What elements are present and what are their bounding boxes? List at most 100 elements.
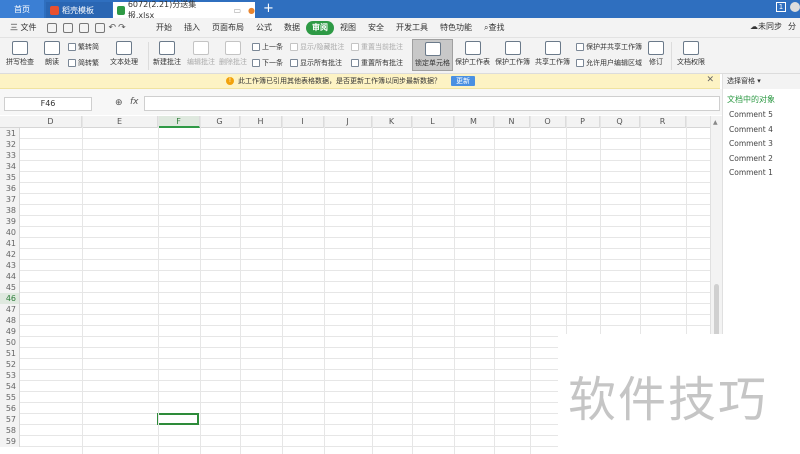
grid-row[interactable]: 36 xyxy=(0,183,710,194)
preview-icon[interactable] xyxy=(94,22,105,33)
export-icon[interactable] xyxy=(62,22,73,33)
column-header[interactable]: M xyxy=(454,116,494,128)
fx-icon[interactable]: fx xyxy=(130,97,139,107)
pane-item[interactable]: Comment 5 xyxy=(723,108,800,123)
menu-start[interactable]: 开始 xyxy=(150,21,178,35)
row-header[interactable]: 47 xyxy=(0,304,20,315)
row-header[interactable]: 42 xyxy=(0,249,20,260)
row-header[interactable]: 54 xyxy=(0,381,20,392)
column-header[interactable]: G xyxy=(200,116,240,128)
redo-icon[interactable]: ↷ xyxy=(118,23,126,33)
grid-row[interactable]: 35 xyxy=(0,172,710,183)
grid-row[interactable]: 33 xyxy=(0,150,710,161)
reset-current-comment-button[interactable]: 重置当前批注 xyxy=(351,42,403,52)
menu-data[interactable]: 数据 xyxy=(278,21,306,35)
close-icon[interactable]: ✕ xyxy=(706,75,714,85)
text-processing-button[interactable]: 文本处理 xyxy=(110,41,138,67)
row-header[interactable]: 56 xyxy=(0,403,20,414)
grid-row[interactable]: 40 xyxy=(0,227,710,238)
protect-book-button[interactable]: 保护工作簿 xyxy=(495,41,530,67)
selected-cell[interactable] xyxy=(157,413,199,425)
row-header[interactable]: 49 xyxy=(0,326,20,337)
row-header[interactable]: 33 xyxy=(0,150,20,161)
edit-comment-button[interactable]: 编辑批注 xyxy=(187,41,215,67)
doc-permission-button[interactable]: 文档权限 xyxy=(677,41,705,67)
row-header[interactable]: 34 xyxy=(0,161,20,172)
read-aloud-button[interactable]: 朗读 xyxy=(44,41,60,67)
grid-row[interactable]: 44 xyxy=(0,271,710,282)
grid-row[interactable]: 42 xyxy=(0,249,710,260)
row-header[interactable]: 59 xyxy=(0,436,20,447)
column-header[interactable]: H xyxy=(240,116,282,128)
name-box[interactable]: F46 xyxy=(4,97,92,111)
column-header[interactable]: F xyxy=(158,116,200,128)
row-header[interactable]: 37 xyxy=(0,194,20,205)
column-header[interactable]: I xyxy=(282,116,324,128)
grid-row[interactable]: 31 xyxy=(0,128,710,139)
grid-row[interactable]: 37 xyxy=(0,194,710,205)
delete-comment-button[interactable]: 删除批注 xyxy=(219,41,247,67)
simp-to-trad-button[interactable]: 简转繁 xyxy=(68,58,99,68)
column-header[interactable]: R xyxy=(640,116,686,128)
file-menu[interactable]: 三 文件 xyxy=(4,21,43,35)
row-header[interactable]: 36 xyxy=(0,183,20,194)
zoom-icon[interactable]: ⊕ xyxy=(115,98,123,108)
avatar[interactable] xyxy=(790,2,800,12)
pane-item[interactable]: Comment 1 xyxy=(723,166,800,181)
selection-pane-header[interactable]: 选择窗格 ▾ xyxy=(723,74,800,89)
undo-icon[interactable]: ↶ xyxy=(109,23,117,33)
menu-review[interactable]: 审阅 xyxy=(306,20,334,35)
row-header[interactable]: 51 xyxy=(0,348,20,359)
column-header[interactable]: L xyxy=(412,116,454,128)
menu-formula[interactable]: 公式 xyxy=(250,21,278,35)
column-header[interactable]: P xyxy=(566,116,600,128)
row-header[interactable]: 45 xyxy=(0,282,20,293)
row-header[interactable]: 46 xyxy=(0,293,20,304)
update-button[interactable]: 更新 xyxy=(451,76,475,86)
print-icon[interactable] xyxy=(78,22,89,33)
row-header[interactable]: 41 xyxy=(0,238,20,249)
row-header[interactable]: 39 xyxy=(0,216,20,227)
row-header[interactable]: 55 xyxy=(0,392,20,403)
show-all-comments-button[interactable]: 显示所有批注 xyxy=(290,58,342,68)
row-header[interactable]: 44 xyxy=(0,271,20,282)
protect-share-button[interactable]: 保护并共享工作簿 xyxy=(576,42,642,52)
menu-page-layout[interactable]: 页面布局 xyxy=(206,21,250,35)
trad-to-simp-button[interactable]: 繁转简 xyxy=(68,42,99,52)
menu-search[interactable]: ⌕查找 xyxy=(478,21,510,35)
row-header[interactable]: 58 xyxy=(0,425,20,436)
row-header[interactable]: 43 xyxy=(0,260,20,271)
add-tab-button[interactable]: + xyxy=(263,1,274,16)
row-header[interactable]: 32 xyxy=(0,139,20,150)
next-comment-button[interactable]: 下一条 xyxy=(252,58,283,68)
row-header[interactable]: 38 xyxy=(0,205,20,216)
pane-item[interactable]: Comment 2 xyxy=(723,152,800,167)
grid-row[interactable]: 45 xyxy=(0,282,710,293)
tab-monitor-icon[interactable]: ▭ xyxy=(233,6,241,15)
pane-item[interactable]: Comment 4 xyxy=(723,123,800,138)
column-header[interactable]: J xyxy=(324,116,372,128)
sync-status[interactable]: ☁未同步 xyxy=(750,21,782,32)
menu-special[interactable]: 特色功能 xyxy=(434,21,478,35)
menu-insert[interactable]: 插入 xyxy=(178,21,206,35)
grid-row[interactable]: 43 xyxy=(0,260,710,271)
grid-row[interactable]: 39 xyxy=(0,216,710,227)
grid-row[interactable]: 46 xyxy=(0,293,710,304)
notification-badge[interactable]: 1 xyxy=(776,2,786,12)
tab-file[interactable]: 6072(2.21)分送集报.xlsx ▭ ● xyxy=(113,0,255,20)
column-header[interactable]: K xyxy=(372,116,412,128)
tab-template[interactable]: 稻壳模板 xyxy=(46,2,112,18)
protect-sheet-button[interactable]: 保护工作表 xyxy=(455,41,490,67)
grid-row[interactable]: 48 xyxy=(0,315,710,326)
column-header[interactable]: N xyxy=(494,116,530,128)
row-header[interactable]: 35 xyxy=(0,172,20,183)
lock-cell-button[interactable]: 锁定单元格 xyxy=(412,39,453,71)
column-header[interactable]: Q xyxy=(600,116,640,128)
save-icon[interactable] xyxy=(46,22,57,33)
grid-row[interactable]: 41 xyxy=(0,238,710,249)
row-header[interactable]: 50 xyxy=(0,337,20,348)
new-comment-button[interactable]: 新建批注 xyxy=(153,41,181,67)
row-header[interactable]: 31 xyxy=(0,128,20,139)
row-header[interactable]: 53 xyxy=(0,370,20,381)
grid-row[interactable]: 32 xyxy=(0,139,710,150)
